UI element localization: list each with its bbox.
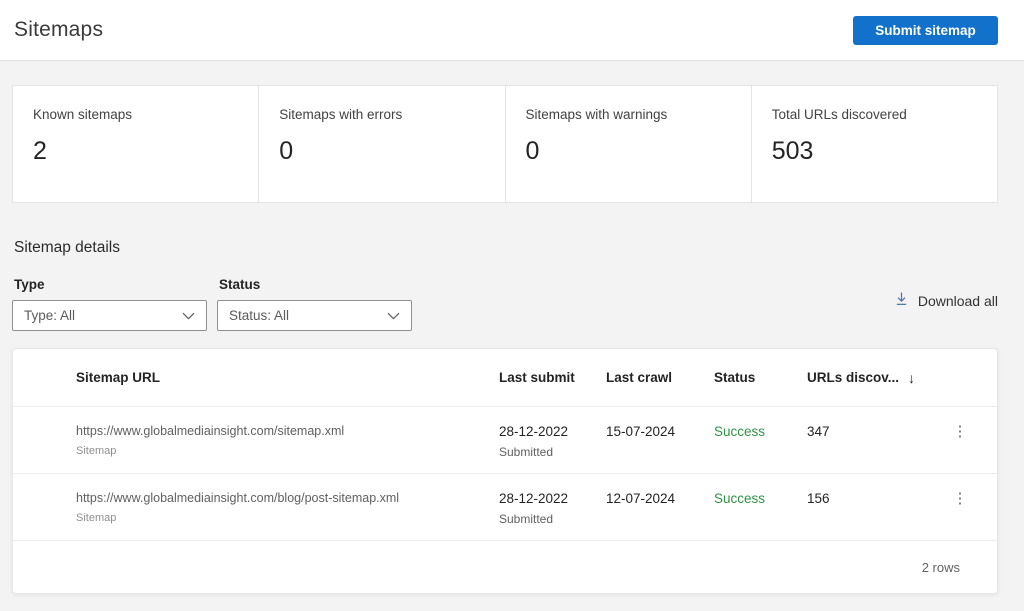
row-count: 2 rows [921,559,960,575]
download-icon [894,291,909,310]
last-submit-status: Submitted [499,512,554,526]
filters-row: Type Type: All Status Status: All Downlo… [12,277,998,331]
table-row[interactable]: https://www.globalmediainsight.com/blog/… [13,473,997,540]
page-title: Sitemaps [14,18,104,41]
type-filter: Type Type: All [12,277,207,331]
status-filter-label: Status [219,277,261,292]
last-submit-date: 28-12-2022 [499,491,569,506]
more-options-icon[interactable]: ⋮ [953,424,968,439]
sitemap-details-heading: Sitemap details [14,239,120,256]
row-actions-cell: ⋮ [937,491,983,506]
stat-value: 0 [279,137,294,165]
stat-card-sitemaps-with-errors: Sitemaps with errors 0 [259,86,506,202]
status-dropdown-value: Status: All [229,308,290,323]
type-dropdown[interactable]: Type: All [12,300,207,331]
sitemap-url-cell: https://www.globalmediainsight.com/sitem… [76,424,499,457]
stat-value: 503 [771,137,814,165]
column-header-sitemap-url[interactable]: Sitemap URL [76,370,499,385]
main-content: Known sitemaps 2 Sitemaps with errors 0 … [0,61,1024,594]
status-filter: Status Status: All [217,277,412,331]
chevron-down-icon [182,308,195,323]
column-header-label: URLs discov... [807,370,900,385]
sitemap-type: Sitemap [76,512,117,524]
column-header-status[interactable]: Status [714,370,807,385]
last-crawl-cell: 12-07-2024 [606,491,676,506]
download-all-label: Download all [917,292,998,309]
table-row[interactable]: https://www.globalmediainsight.com/sitem… [13,406,997,473]
last-submit-date: 28-12-2022 [499,424,569,439]
sitemap-type: Sitemap [76,445,117,457]
status-badge: Success [714,424,766,439]
stat-card-known-sitemaps: Known sitemaps 2 [13,86,260,202]
stat-label: Total URLs discovered [771,107,907,122]
submit-sitemap-button[interactable]: Submit sitemap [853,15,998,45]
stat-card-sitemaps-with-warnings: Sitemaps with warnings 0 [506,86,752,202]
last-submit-status: Submitted [499,445,554,459]
sitemap-url-cell: https://www.globalmediainsight.com/blog/… [76,491,499,524]
stat-label: Known sitemaps [33,107,133,122]
row-actions-cell: ⋮ [937,424,983,439]
urls-discovered-cell: 156 [807,491,830,506]
urls-discovered-cell: 347 [807,424,830,439]
last-crawl-cell: 15-07-2024 [606,424,676,439]
column-header-last-crawl[interactable]: Last crawl [606,370,714,385]
column-header-last-submit[interactable]: Last submit [499,370,606,385]
stat-value: 2 [33,137,47,165]
sitemap-url[interactable]: https://www.globalmediainsight.com/sitem… [76,424,489,438]
stats-row: Known sitemaps 2 Sitemaps with errors 0 … [12,85,998,203]
status-dropdown[interactable]: Status: All [217,300,412,331]
type-filter-label: Type [14,277,45,292]
sitemap-url[interactable]: https://www.globalmediainsight.com/blog/… [76,491,489,505]
column-header-urls-discovered[interactable]: URLs discov... ↓ [807,370,937,386]
table-header-row: Sitemap URL Last submit Last crawl Statu… [13,349,997,406]
stat-label: Sitemaps with warnings [525,107,668,122]
type-dropdown-value: Type: All [24,308,76,323]
sort-descending-icon[interactable]: ↓ [908,370,915,386]
last-submit-cell: 28-12-2022 Submitted [499,491,606,526]
table-footer: 2 rows [13,540,997,593]
last-submit-cell: 28-12-2022 Submitted [499,424,606,459]
download-all-button[interactable]: Download all [894,291,998,310]
stat-card-total-urls-discovered: Total URLs discovered 503 [752,86,997,202]
chevron-down-icon [387,308,400,323]
page-header: Sitemaps Submit sitemap [0,0,1024,61]
status-badge: Success [714,491,766,506]
sitemaps-table: Sitemap URL Last submit Last crawl Statu… [12,348,998,594]
more-options-icon[interactable]: ⋮ [953,491,968,506]
filter-group: Type Type: All Status Status: All [12,277,412,331]
stat-value: 0 [525,137,540,165]
stat-label: Sitemaps with errors [279,107,403,122]
